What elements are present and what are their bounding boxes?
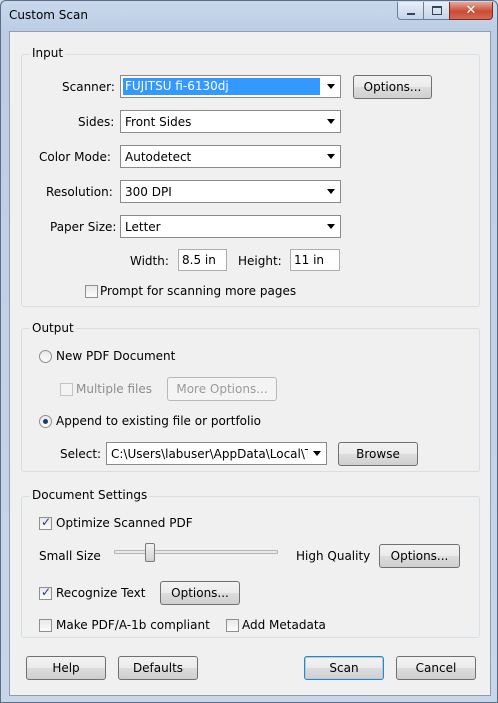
cancel-button[interactable]: Cancel <box>396 656 476 680</box>
maximize-icon[interactable] <box>423 2 449 20</box>
multiple-files-checkbox[interactable] <box>60 383 73 396</box>
dialog-client-area: Input Scanner: FUJITSU fi-6130dj Options… <box>9 31 491 696</box>
title-bar[interactable]: Custom Scan ✕ <box>1 1 497 31</box>
window-title: Custom Scan <box>9 8 88 22</box>
select-file-combo[interactable]: C:\Users\labuser\AppData\Local\Ten <box>106 442 327 465</box>
height-label: Height: <box>238 254 282 268</box>
defaults-button[interactable]: Defaults <box>118 656 198 680</box>
color-mode-value: Autodetect <box>125 149 192 164</box>
chevron-down-icon <box>322 216 340 237</box>
quality-slider-track[interactable] <box>114 550 278 554</box>
close-icon[interactable]: ✕ <box>449 2 493 20</box>
quality-options-button[interactable]: Options... <box>379 544 460 568</box>
resolution-select[interactable]: 300 DPI <box>120 180 341 203</box>
optimize-label: Optimize Scanned PDF <box>56 516 193 530</box>
width-label: Width: <box>130 254 169 268</box>
recognize-options-button[interactable]: Options... <box>160 581 240 605</box>
chevron-down-icon <box>322 146 340 167</box>
scanner-options-button[interactable]: Options... <box>353 75 432 99</box>
pdfa-checkbox[interactable] <box>39 619 52 632</box>
sides-select[interactable]: Front Sides <box>120 110 341 133</box>
window-controls: ✕ <box>397 2 493 20</box>
resolution-label: Resolution: <box>46 185 113 199</box>
select-file-value: C:\Users\labuser\AppData\Local\Ten <box>111 446 308 461</box>
small-size-label: Small Size <box>39 549 101 563</box>
sides-label: Sides: <box>78 115 115 129</box>
select-label: Select: <box>60 447 102 461</box>
scanner-value: FUJITSU fi-6130dj <box>123 78 320 95</box>
pdfa-label: Make PDF/A-1b compliant <box>56 618 210 632</box>
append-radio[interactable] <box>39 415 52 428</box>
browse-button[interactable]: Browse <box>338 442 418 466</box>
custom-scan-window: Custom Scan ✕ Input Scanner: FUJITSU fi-… <box>0 0 498 703</box>
add-metadata-checkbox[interactable] <box>226 619 239 632</box>
minimize-icon[interactable] <box>397 2 423 20</box>
prompt-more-pages-checkbox[interactable] <box>85 285 98 298</box>
output-legend: Output <box>30 321 76 335</box>
recognize-text-label: Recognize Text <box>56 586 146 600</box>
chevron-down-icon <box>322 181 340 202</box>
resolution-value: 300 DPI <box>125 184 172 199</box>
paper-size-label: Paper Size: <box>50 220 117 234</box>
recognize-text-checkbox[interactable] <box>39 585 52 600</box>
high-quality-label: High Quality <box>296 549 371 563</box>
paper-size-value: Letter <box>125 219 161 234</box>
append-label: Append to existing file or portfolio <box>56 414 262 428</box>
new-pdf-radio[interactable] <box>39 350 52 363</box>
prompt-more-pages-label: Prompt for scanning more pages <box>100 284 297 298</box>
sides-value: Front Sides <box>125 114 192 129</box>
input-legend: Input <box>30 46 66 60</box>
new-pdf-label: New PDF Document <box>56 349 176 363</box>
more-options-button[interactable]: More Options... <box>167 377 277 401</box>
quality-slider-thumb[interactable] <box>144 543 155 562</box>
height-field[interactable]: 11 in <box>290 249 340 271</box>
chevron-down-icon <box>308 443 326 464</box>
chevron-down-icon <box>322 76 340 97</box>
document-settings-legend: Document Settings <box>30 488 150 502</box>
multiple-files-label: Multiple files <box>76 382 153 396</box>
width-field[interactable]: 8.5 in <box>178 249 227 271</box>
color-mode-label: Color Mode: <box>39 150 111 164</box>
scan-button[interactable]: Scan <box>304 656 384 680</box>
help-button[interactable]: Help <box>26 656 106 680</box>
chevron-down-icon <box>322 111 340 132</box>
add-metadata-label: Add Metadata <box>242 618 326 632</box>
optimize-checkbox[interactable] <box>39 515 52 530</box>
paper-size-select[interactable]: Letter <box>120 215 341 238</box>
scanner-select[interactable]: FUJITSU fi-6130dj <box>120 75 341 98</box>
scanner-label: Scanner: <box>62 80 115 94</box>
color-mode-select[interactable]: Autodetect <box>120 145 341 168</box>
